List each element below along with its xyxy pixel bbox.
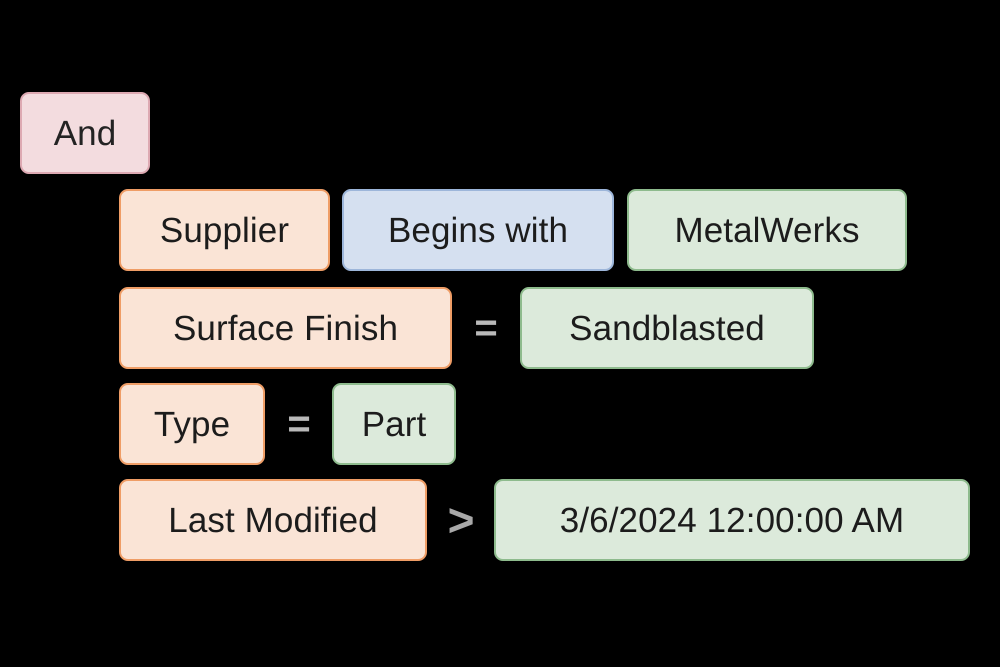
value-chip-part[interactable]: Part <box>332 383 456 465</box>
value-label: Part <box>361 404 427 444</box>
operator-label: > <box>447 494 475 546</box>
conjunction-label: And <box>53 113 117 153</box>
field-chip-surface-finish[interactable]: Surface Finish <box>119 287 452 369</box>
field-label: Surface Finish <box>172 308 399 348</box>
operator-label: = <box>287 402 311 446</box>
value-label: 3/6/2024 12:00:00 AM <box>559 500 905 540</box>
field-label: Type <box>153 404 231 444</box>
conjunction-chip-and[interactable]: And <box>20 92 150 174</box>
value-chip-last-modified-date[interactable]: 3/6/2024 12:00:00 AM <box>494 479 970 561</box>
field-chip-supplier[interactable]: Supplier <box>119 189 330 271</box>
value-label: Sandblasted <box>569 308 765 348</box>
field-chip-last-modified[interactable]: Last Modified <box>119 479 427 561</box>
operator-label: Begins with <box>387 210 569 250</box>
field-label: Supplier <box>159 210 290 250</box>
field-label: Last Modified <box>168 500 378 540</box>
operator-chip-begins-with[interactable]: Begins with <box>342 189 614 271</box>
value-chip-metalwerks[interactable]: MetalWerks <box>627 189 907 271</box>
filter-expression-canvas: And Supplier Begins with MetalWerks Surf… <box>0 0 1000 667</box>
value-label: MetalWerks <box>674 210 860 250</box>
operator-glyph-greater-than[interactable]: > <box>437 479 485 561</box>
operator-glyph-equals[interactable]: = <box>462 287 510 369</box>
field-chip-type[interactable]: Type <box>119 383 265 465</box>
operator-label: = <box>474 306 498 350</box>
operator-glyph-equals[interactable]: = <box>275 383 323 465</box>
value-chip-sandblasted[interactable]: Sandblasted <box>520 287 814 369</box>
